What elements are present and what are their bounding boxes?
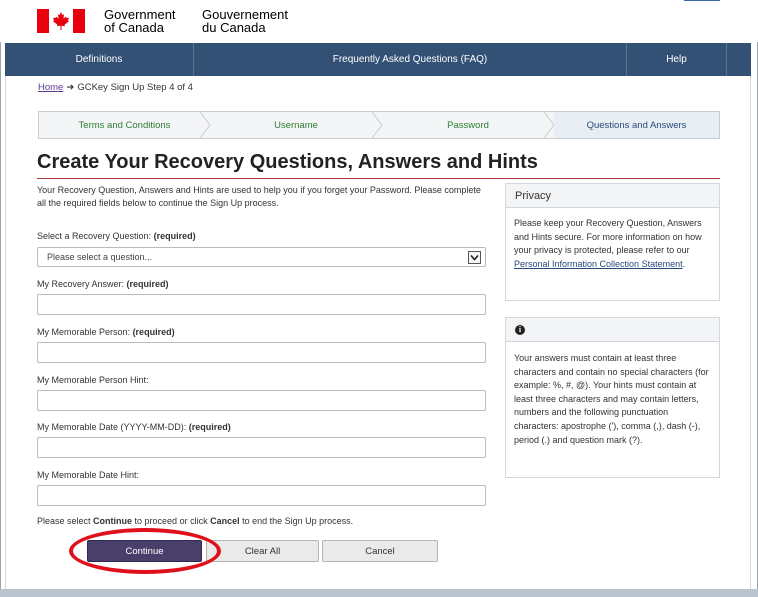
nav-definitions[interactable]: Definitions <box>5 43 194 76</box>
info-panel-body: Your answers must contain at least three… <box>514 353 709 445</box>
required-tag: (required) <box>153 231 196 241</box>
canada-flag-icon <box>37 9 85 33</box>
step-label: Terms and Conditions <box>78 119 171 131</box>
recovery-question-select[interactable]: Please select a question... <box>37 247 486 267</box>
step-label: Questions and Answers <box>586 119 687 131</box>
instructions-part2: to proceed or click <box>132 516 211 526</box>
continue-button[interactable]: Continue <box>87 540 202 562</box>
signature-english: Government of Canada <box>104 8 176 34</box>
dropdown-button[interactable] <box>468 251 481 264</box>
person-label: My Memorable Person: (required) <box>37 327 175 337</box>
signature-fr-line2: du Canada <box>202 20 266 35</box>
privacy-text: Please keep your Recovery Question, Answ… <box>514 218 702 256</box>
answer-label-text: My Recovery Answer: <box>37 279 125 289</box>
breadcrumb: Home ➜ GCKey Sign Up Step 4 of 4 <box>38 82 193 93</box>
person-label-text: My Memorable Person: <box>37 327 131 337</box>
instructions-part3: to end the Sign Up process. <box>239 516 354 526</box>
proceed-instructions: Please select Continue to proceed or cli… <box>37 516 353 526</box>
question-select-value: Please select a question... <box>47 252 153 262</box>
question-label-text: Select a Recovery Question: <box>37 231 152 241</box>
window-bottom-border <box>0 589 758 597</box>
title-underline <box>37 178 720 179</box>
person-hint-label-text: My Memorable Person Hint: <box>37 375 149 385</box>
language-link[interactable] <box>684 0 720 1</box>
memorable-date-hint-input[interactable] <box>37 485 486 506</box>
info-panel: i Your answers must contain at least thr… <box>505 317 720 478</box>
intro-text: Your Recovery Question, Answers and Hint… <box>37 185 481 208</box>
step-username: Username <box>210 112 383 138</box>
privacy-text-end: . <box>682 258 686 269</box>
signature-en-line2: of Canada <box>104 20 164 35</box>
answer-label: My Recovery Answer: (required) <box>37 279 169 289</box>
recovery-answer-input[interactable] <box>37 294 486 315</box>
breadcrumb-arrow-icon: ➜ <box>66 82 75 93</box>
nav-help[interactable]: Help <box>627 43 727 76</box>
page-title: Create Your Recovery Questions, Answers … <box>37 151 538 173</box>
instructions-part1: Please select <box>37 516 94 526</box>
nav-faq[interactable]: Frequently Asked Questions (FAQ) <box>194 43 627 76</box>
step-label: Password <box>447 119 489 131</box>
question-label: Select a Recovery Question: (required) <box>37 231 196 241</box>
cancel-button[interactable]: Cancel <box>322 540 438 562</box>
privacy-statement-link[interactable]: Personal Information Collection Statemen… <box>514 259 683 269</box>
instructions-cancel-word: Cancel <box>210 516 240 526</box>
breadcrumb-current: GCKey Sign Up Step 4 of 4 <box>77 82 193 93</box>
info-panel-heading: i <box>506 318 719 342</box>
memorable-person-input[interactable] <box>37 342 486 363</box>
privacy-panel-heading: Privacy <box>506 184 719 208</box>
main-nav: Definitions Frequently Asked Questions (… <box>5 43 751 76</box>
privacy-panel: Privacy Please keep your Recovery Questi… <box>505 183 720 301</box>
instructions-continue-word: Continue <box>93 516 133 526</box>
gov-header: Government of Canada Gouvernement du Can… <box>0 0 758 42</box>
required-tag: (required) <box>188 422 231 432</box>
signature-french: Gouvernement du Canada <box>202 8 288 34</box>
step-questions-answers: Questions and Answers <box>554 112 719 138</box>
info-icon: i <box>515 324 525 335</box>
breadcrumb-home-link[interactable]: Home <box>38 82 63 93</box>
date-label-text: My Memorable Date (YYYY-MM-DD): <box>37 422 187 432</box>
date-hint-label: My Memorable Date Hint: <box>37 470 139 480</box>
memorable-date-input[interactable] <box>37 437 486 458</box>
person-hint-label: My Memorable Person Hint: <box>37 375 149 385</box>
required-tag: (required) <box>126 279 169 289</box>
required-tag: (required) <box>132 327 175 337</box>
step-label: Username <box>274 119 318 131</box>
privacy-panel-body: Please keep your Recovery Question, Answ… <box>506 208 719 271</box>
step-terms: Terms and Conditions <box>39 112 211 138</box>
step-password: Password <box>382 112 555 138</box>
chevron-down-icon <box>470 254 479 261</box>
date-label: My Memorable Date (YYYY-MM-DD): (require… <box>37 422 231 432</box>
memorable-person-hint-input[interactable] <box>37 390 486 411</box>
date-hint-label-text: My Memorable Date Hint: <box>37 470 140 480</box>
progress-steps: Terms and Conditions Username Password Q… <box>38 111 720 139</box>
clear-all-button[interactable]: Clear All <box>206 540 319 562</box>
